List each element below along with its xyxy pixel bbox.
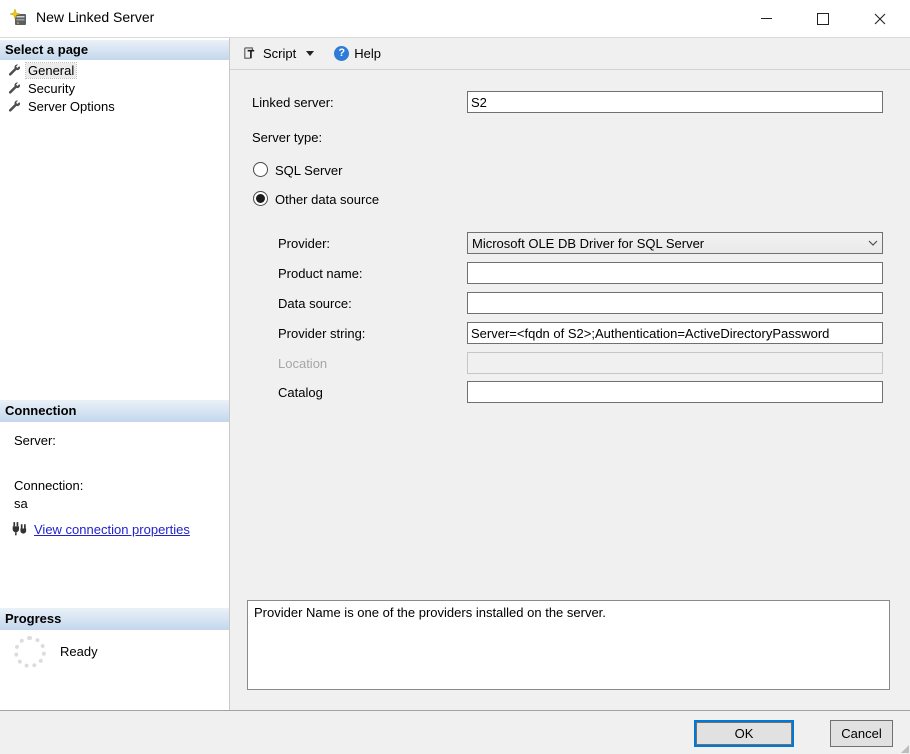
- ok-button[interactable]: OK: [694, 720, 794, 747]
- connection-label: Connection:: [14, 478, 83, 493]
- provider-string-label: Provider string:: [278, 326, 365, 341]
- server-label: Server:: [14, 433, 56, 448]
- connection-header: Connection: [0, 400, 229, 422]
- script-icon: [242, 46, 257, 61]
- sidebar-item-server-options[interactable]: Server Options: [0, 97, 229, 115]
- wrench-icon: [8, 64, 21, 77]
- minimize-icon: [761, 18, 772, 19]
- chevron-down-icon: [868, 240, 878, 246]
- select-a-page-header: Select a page: [0, 40, 229, 60]
- script-dropdown-icon[interactable]: [306, 51, 314, 56]
- progress-status: Ready: [60, 644, 98, 659]
- progress-spinner-icon: [14, 636, 46, 668]
- provider-dropdown[interactable]: Microsoft OLE DB Driver for SQL Server: [467, 232, 883, 254]
- script-button[interactable]: Script: [238, 44, 318, 63]
- wrench-icon: [8, 82, 21, 95]
- sidebar: Select a page General Security Server Op…: [0, 38, 230, 710]
- connection-value: sa: [14, 496, 28, 511]
- location-label: Location: [278, 356, 327, 371]
- linked-server-label: Linked server:: [252, 95, 334, 110]
- data-source-input[interactable]: [467, 292, 883, 314]
- title-bar: New Linked Server: [0, 0, 910, 38]
- provider-description-box: Provider Name is one of the providers in…: [247, 600, 890, 690]
- toolbar: Script ? Help: [230, 38, 910, 70]
- new-linked-server-dialog: New Linked Server Select a page General …: [0, 0, 910, 754]
- maximize-button[interactable]: [800, 0, 846, 37]
- maximize-icon: [817, 13, 829, 25]
- script-label: Script: [263, 46, 296, 61]
- catalog-label: Catalog: [278, 385, 323, 400]
- catalog-input[interactable]: [467, 381, 883, 403]
- product-name-input[interactable]: [467, 262, 883, 284]
- linked-server-input[interactable]: [467, 91, 883, 113]
- server-type-label: Server type:: [252, 130, 322, 145]
- provider-selected-value: Microsoft OLE DB Driver for SQL Server: [472, 236, 704, 251]
- radio-other-data-source-label: Other data source: [275, 192, 379, 207]
- wrench-icon: [8, 100, 21, 113]
- cancel-button[interactable]: Cancel: [830, 720, 893, 747]
- view-connection-properties-link[interactable]: View connection properties: [34, 522, 190, 537]
- resize-grip[interactable]: [901, 745, 909, 753]
- radio-other-data-source[interactable]: [253, 191, 268, 206]
- new-linked-server-icon: [10, 9, 28, 27]
- sidebar-item-security[interactable]: Security: [0, 79, 229, 97]
- provider-string-input[interactable]: [467, 322, 883, 344]
- main-panel: Script ? Help Linked server: Server type…: [230, 38, 910, 710]
- sidebar-item-label: Security: [26, 81, 77, 96]
- data-source-label: Data source:: [278, 296, 352, 311]
- help-label: Help: [354, 46, 381, 61]
- provider-label: Provider:: [278, 236, 330, 251]
- sidebar-item-label: General: [26, 63, 76, 78]
- view-connection-properties-row: View connection properties: [10, 521, 190, 538]
- close-button[interactable]: [857, 0, 903, 37]
- window-title: New Linked Server: [36, 9, 154, 25]
- radio-sql-server-label: SQL Server: [275, 163, 342, 178]
- connection-properties-icon: [10, 521, 27, 538]
- progress-header: Progress: [0, 608, 229, 630]
- sidebar-item-label: Server Options: [26, 99, 117, 114]
- sidebar-item-general[interactable]: General: [0, 61, 229, 79]
- minimize-button[interactable]: [743, 0, 789, 37]
- help-icon: ?: [334, 46, 349, 61]
- location-input: [467, 352, 883, 374]
- radio-sql-server[interactable]: [253, 162, 268, 177]
- product-name-label: Product name:: [278, 266, 363, 281]
- close-icon: [874, 13, 886, 25]
- help-button[interactable]: ? Help: [330, 44, 385, 63]
- footer-bar: OK Cancel: [0, 710, 910, 754]
